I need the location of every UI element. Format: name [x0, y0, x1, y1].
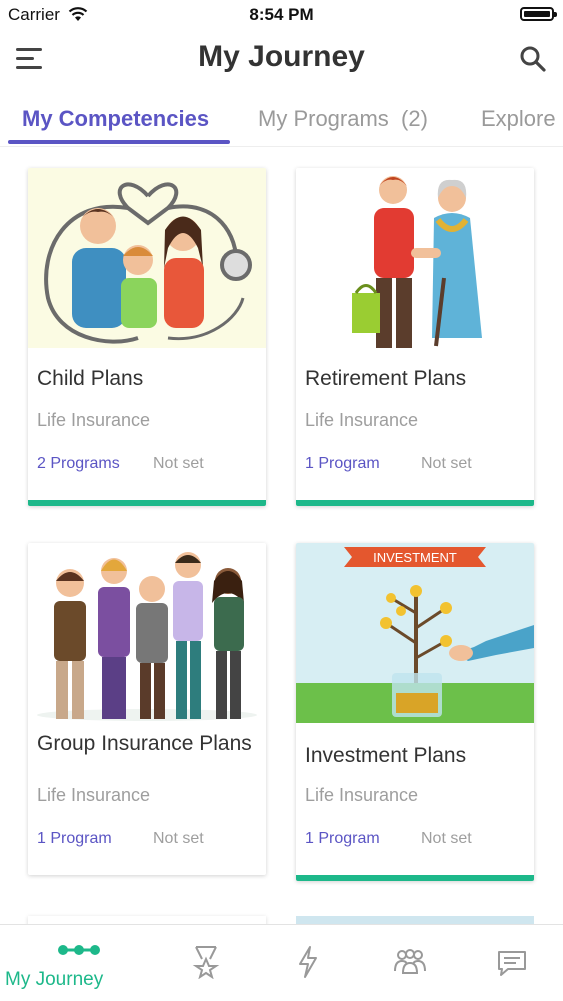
card-title: Investment Plans [305, 744, 467, 767]
tab-my-competencies[interactable]: My Competencies [22, 106, 209, 132]
card-status: Not set [153, 455, 204, 472]
community-icon [394, 949, 426, 974]
group-of-people-illustration [28, 543, 266, 723]
card-program-count[interactable]: 1 Program [305, 455, 380, 473]
nav-label: My Journey [5, 969, 104, 990]
status-bar: Carrier 8:54 PM [0, 0, 563, 30]
tab-my-programs[interactable]: My Programs (2) [258, 106, 428, 132]
chat-icon [498, 951, 526, 976]
tab-bar: My Competencies My Programs (2) Explore [0, 100, 563, 147]
card-progress-bar [296, 875, 534, 881]
bottom-nav: My Journey [0, 924, 563, 1001]
competency-card[interactable]: Group Insurance Plans Life Insurance 1 P… [28, 543, 266, 875]
battery-icon [520, 7, 557, 21]
app-header: My Journey [0, 30, 563, 90]
medal-icon [192, 946, 220, 979]
card-status: Not set [421, 455, 472, 472]
card-program-count[interactable]: 2 Programs [37, 455, 120, 473]
investment-banner-text: INVESTMENT [373, 550, 457, 565]
journey-dots-icon [58, 945, 100, 955]
tab-explore[interactable]: Explore [481, 106, 556, 132]
card-program-count[interactable]: 1 Program [305, 830, 380, 848]
active-tab-indicator [8, 140, 230, 144]
lightning-icon [299, 946, 317, 978]
clock: 8:54 PM [249, 5, 314, 24]
card-status: Not set [153, 830, 204, 847]
card-title: Group Insurance Plans [37, 732, 252, 755]
nav-community[interactable] [359, 925, 459, 1001]
card-progress-bar [28, 500, 266, 506]
nav-achievements[interactable] [156, 925, 256, 1001]
card-category: Life Insurance [305, 410, 419, 430]
card-category: Life Insurance [37, 785, 151, 805]
search-icon[interactable] [518, 44, 548, 74]
nav-my-journey[interactable]: My Journey [5, 925, 127, 1001]
competency-card[interactable]: Child Plans Life Insurance 2 Programs No… [28, 168, 266, 506]
elderly-couple-illustration [296, 168, 534, 348]
card-progress-bar [296, 500, 534, 506]
nav-messages[interactable] [462, 925, 562, 1001]
card-status: Not set [421, 830, 472, 847]
card-category: Life Insurance [305, 785, 419, 805]
card-title: Child Plans [37, 367, 144, 390]
card-category: Life Insurance [37, 410, 151, 430]
competency-card[interactable]: INVESTMENT Investment Plans Life Insuran… [296, 543, 534, 881]
investment-plant-illustration: INVESTMENT [296, 543, 534, 723]
card-program-count[interactable]: 1 Program [37, 830, 112, 848]
family-stethoscope-illustration [28, 168, 266, 348]
competency-card[interactable]: Retirement Plans Life Insurance 1 Progra… [296, 168, 534, 506]
card-title: Retirement Plans [305, 367, 467, 390]
page-title: My Journey [198, 40, 365, 73]
nav-activity[interactable] [258, 925, 358, 1001]
